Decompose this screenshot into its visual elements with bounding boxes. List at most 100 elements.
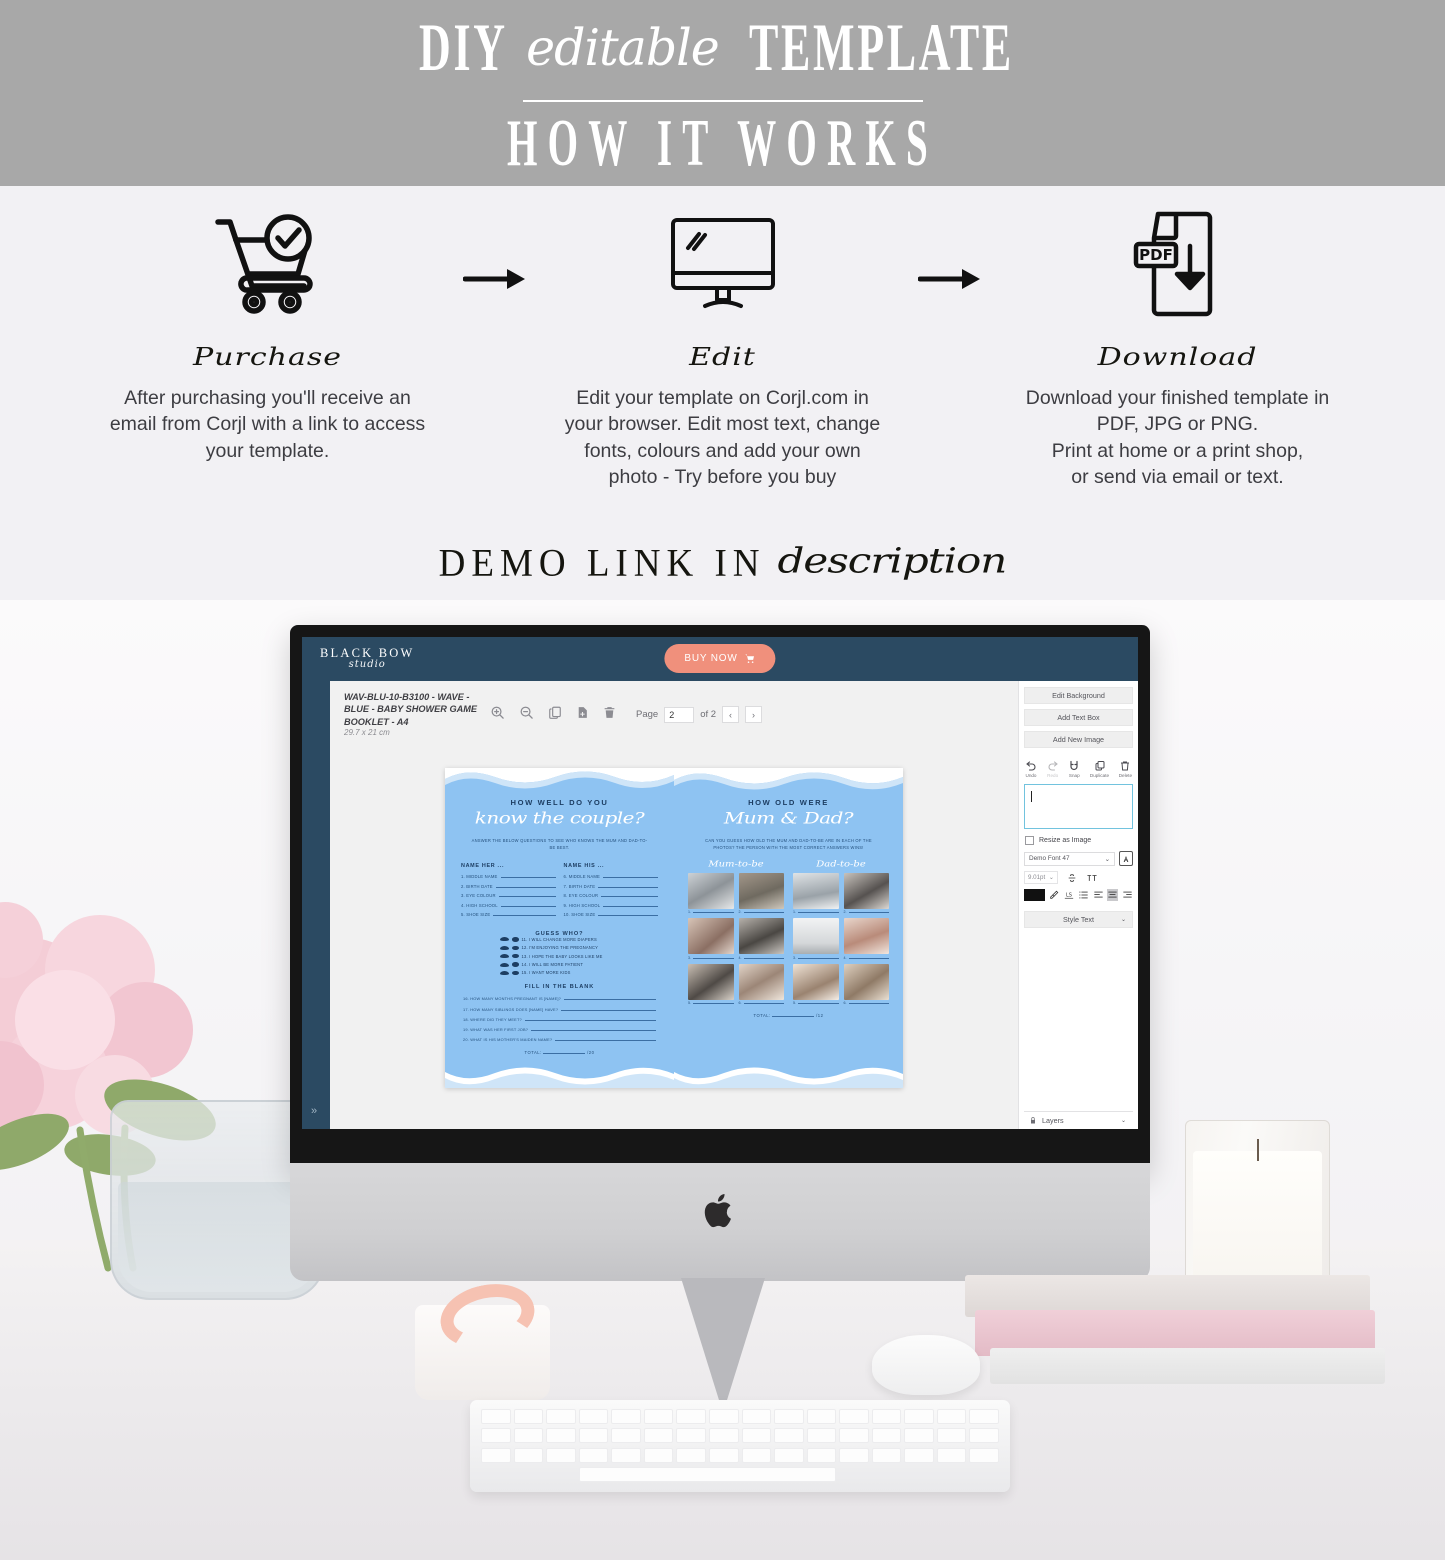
style-text-accordion[interactable]: Style Text ⌄ <box>1024 911 1133 928</box>
photo-slot[interactable]: 2. <box>738 872 784 914</box>
photo-image[interactable] <box>738 963 784 1000</box>
font-preview-button[interactable] <box>1119 851 1133 866</box>
photo-slot[interactable]: 6. <box>843 963 889 1005</box>
photo-image[interactable] <box>843 872 889 909</box>
answer-line[interactable] <box>531 1027 656 1031</box>
answer-line[interactable] <box>603 903 658 907</box>
answer-line[interactable] <box>500 903 556 907</box>
photo-image[interactable] <box>843 963 889 1000</box>
expand-rail-icon[interactable]: » <box>311 1105 317 1117</box>
font-size-select[interactable]: 9.01pt ⌄ <box>1024 871 1058 884</box>
moustache-icon[interactable] <box>499 962 509 967</box>
photo-slot[interactable]: 5. <box>793 963 839 1005</box>
photo-image[interactable] <box>738 872 784 909</box>
undo-button[interactable]: Undo <box>1025 760 1037 778</box>
photo-image[interactable] <box>688 918 734 955</box>
moustache-icon[interactable] <box>499 970 509 975</box>
lips-icon[interactable] <box>511 962 519 967</box>
snap-button[interactable]: Snap <box>1068 760 1080 778</box>
line-spacing-button[interactable] <box>1078 889 1090 901</box>
text-case-button[interactable] <box>1086 872 1098 884</box>
letter-spacing-button[interactable]: LS <box>1063 889 1075 901</box>
page-number-input[interactable] <box>664 706 695 723</box>
answer-line[interactable] <box>848 956 889 959</box>
template-page-right[interactable]: HOW OLD WERE Mum & Dad? CAN YOU GUESS HO… <box>674 768 903 1088</box>
answer-line[interactable] <box>524 1017 656 1021</box>
answer-line[interactable] <box>743 910 784 914</box>
answer-line[interactable] <box>555 1037 656 1042</box>
moustache-icon[interactable] <box>499 945 509 950</box>
photo-slot[interactable]: 4. <box>738 918 784 960</box>
editor-left-rail[interactable]: » <box>302 681 330 1129</box>
answer-line[interactable] <box>498 893 556 898</box>
canvas-viewport[interactable]: HOW WELL DO YOU know the couple? ANSWER … <box>330 745 1018 1129</box>
layers-panel-toggle[interactable]: Layers ⌄ <box>1024 1111 1133 1129</box>
photo-slot[interactable]: 4. <box>843 918 889 960</box>
template-page-left[interactable]: HOW WELL DO YOU know the couple? ANSWER … <box>445 768 674 1088</box>
photo-image[interactable] <box>738 918 784 955</box>
add-page-icon[interactable] <box>576 705 589 720</box>
answer-line[interactable] <box>603 874 658 878</box>
photo-slot[interactable]: 1. <box>688 872 734 914</box>
answer-line[interactable] <box>798 1001 839 1005</box>
moustache-icon[interactable] <box>499 937 509 942</box>
resize-as-image-row[interactable]: Resize as Image <box>1025 836 1133 845</box>
answer-line[interactable] <box>598 912 658 917</box>
photo-slot[interactable]: 3. <box>793 918 839 960</box>
answer-line[interactable] <box>500 874 556 878</box>
answer-line[interactable] <box>848 910 889 914</box>
align-right-button[interactable] <box>1121 889 1133 901</box>
photo-image[interactable] <box>688 872 734 909</box>
font-family-select[interactable]: Demo Font 47 ⌄ <box>1024 851 1115 866</box>
photo-slot[interactable]: 2. <box>843 872 889 914</box>
photo-image[interactable] <box>688 963 734 1000</box>
answer-line[interactable] <box>598 884 658 888</box>
answer-line[interactable] <box>693 910 734 914</box>
answer-line[interactable] <box>693 1001 734 1005</box>
lips-icon[interactable] <box>511 937 519 942</box>
photo-slot[interactable]: 5. <box>688 963 734 1005</box>
lips-icon[interactable] <box>511 945 519 951</box>
redo-button[interactable]: Redo <box>1047 760 1059 778</box>
answer-line[interactable] <box>798 910 839 914</box>
lips-icon[interactable] <box>511 970 519 976</box>
previous-page-button[interactable]: ‹ <box>722 706 740 723</box>
photo-slot[interactable]: 1. <box>793 872 839 914</box>
photo-slot[interactable]: 6. <box>738 963 784 1005</box>
total-line[interactable] <box>543 1050 586 1055</box>
buy-now-button[interactable]: BUY NOW <box>664 644 776 673</box>
delete-button[interactable]: Delete <box>1119 760 1132 778</box>
duplicate-button[interactable]: Duplicate <box>1090 760 1109 778</box>
photo-image[interactable] <box>793 872 839 909</box>
zoom-out-icon[interactable] <box>519 705 534 720</box>
answer-line[interactable] <box>693 956 734 959</box>
lips-icon[interactable] <box>511 953 519 959</box>
next-page-button[interactable]: › <box>745 706 763 723</box>
resize-as-image-checkbox[interactable] <box>1025 836 1034 845</box>
photo-image[interactable] <box>843 918 889 955</box>
template-document-spread[interactable]: HOW WELL DO YOU know the couple? ANSWER … <box>445 768 903 1088</box>
total-line[interactable] <box>772 1013 815 1018</box>
answer-line[interactable] <box>495 884 556 888</box>
photo-image[interactable] <box>793 963 839 1000</box>
answer-line[interactable] <box>493 912 556 917</box>
add-text-box-button[interactable]: Add Text Box <box>1024 709 1133 726</box>
delete-page-icon[interactable] <box>603 705 616 720</box>
moustache-icon[interactable] <box>499 954 509 959</box>
align-center-button[interactable] <box>1106 889 1119 901</box>
strikethrough-button[interactable] <box>1066 872 1078 884</box>
zoom-in-icon[interactable] <box>490 705 505 720</box>
photo-image[interactable] <box>793 918 839 955</box>
add-new-image-button[interactable]: Add New Image <box>1024 731 1133 748</box>
eyedropper-button[interactable] <box>1048 889 1060 901</box>
answer-line[interactable] <box>848 1001 889 1005</box>
align-left-button[interactable] <box>1092 889 1104 901</box>
answer-line[interactable] <box>561 1007 656 1011</box>
answer-line[interactable] <box>798 956 839 959</box>
photo-slot[interactable]: 3. <box>688 918 734 960</box>
duplicate-page-icon[interactable] <box>548 705 562 720</box>
answer-line[interactable] <box>564 996 656 1001</box>
text-color-swatch[interactable] <box>1024 889 1046 901</box>
text-content-input[interactable] <box>1024 784 1133 829</box>
edit-background-button[interactable]: Edit Background <box>1024 687 1133 704</box>
